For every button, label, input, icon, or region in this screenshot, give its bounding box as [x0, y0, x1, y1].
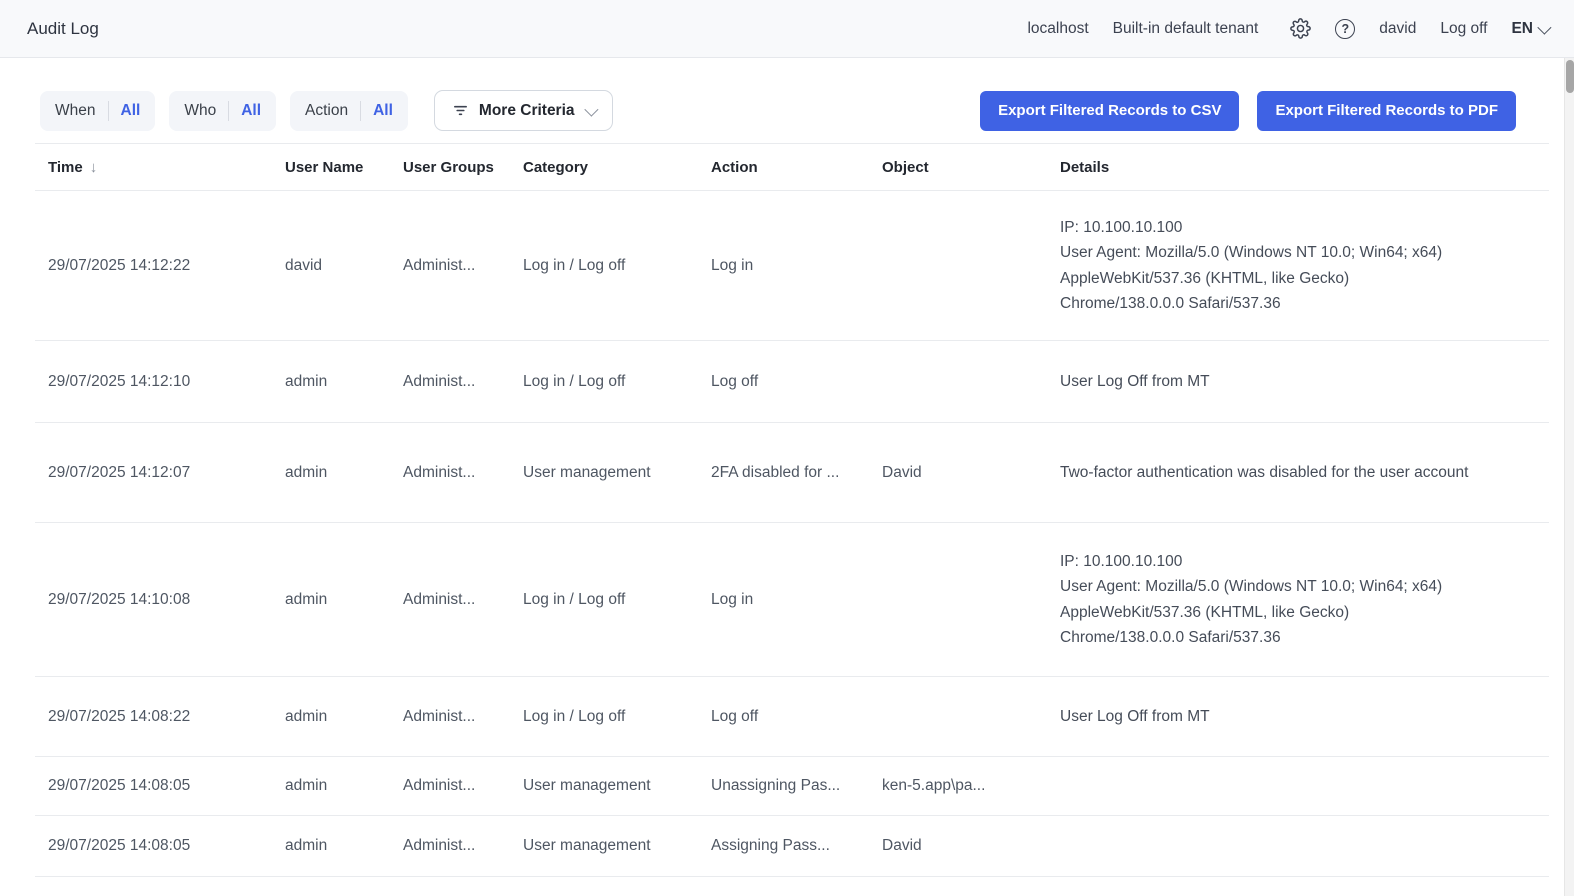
scrollbar-thumb[interactable]	[1566, 60, 1574, 93]
cell-details: IP: 10.100.10.100 User Agent: Mozilla/5.…	[1060, 549, 1549, 649]
more-criteria-button[interactable]: More Criteria	[434, 90, 613, 131]
cell-action: Log in	[711, 591, 882, 609]
cell-user-groups: Administ...	[403, 837, 523, 855]
cell-object: David	[882, 464, 1060, 482]
cell-user-name: admin	[285, 464, 403, 482]
language-selector[interactable]: EN	[1511, 20, 1548, 38]
language-code: EN	[1511, 20, 1533, 38]
chip-divider	[228, 101, 229, 121]
filter-chip-who[interactable]: Who All	[169, 91, 276, 131]
more-criteria-label: More Criteria	[479, 102, 575, 120]
cell-time: 29/07/2025 14:12:22	[48, 257, 285, 275]
filter-toolbar: When All Who All Action All More Criteri…	[0, 90, 1574, 131]
table-row: 29/07/2025 14:08:22adminAdminist...Log i…	[35, 677, 1549, 757]
cell-user-groups: Administ...	[403, 591, 523, 609]
filter-chip-action[interactable]: Action All	[290, 91, 408, 131]
filter-chip-label: Action	[305, 102, 348, 120]
filter-chip-when[interactable]: When All	[40, 91, 155, 131]
chevron-down-icon	[1537, 20, 1551, 34]
cell-user-groups: Administ...	[403, 708, 523, 726]
tenant-name: Built-in default tenant	[1113, 20, 1259, 38]
settings-gear-icon[interactable]	[1290, 18, 1311, 39]
table-header-row: Time ↓ User Name User Groups Category Ac…	[35, 143, 1549, 191]
column-header-action[interactable]: Action	[711, 159, 882, 176]
cell-user-name: admin	[285, 777, 403, 795]
filter-chip-value[interactable]: All	[373, 102, 393, 120]
cell-user-name: david	[285, 257, 403, 275]
top-header-bar: Audit Log localhost Built-in default ten…	[0, 0, 1574, 58]
cell-time: 29/07/2025 14:10:08	[48, 591, 285, 609]
table-body: 29/07/2025 14:12:22davidAdminist...Log i…	[35, 191, 1549, 877]
cell-action: Log off	[711, 373, 882, 391]
cell-action: Log off	[711, 708, 882, 726]
column-header-user-groups[interactable]: User Groups	[403, 159, 523, 176]
chip-divider	[360, 101, 361, 121]
export-csv-button[interactable]: Export Filtered Records to CSV	[980, 91, 1239, 131]
cell-details: User Log Off from MT	[1060, 704, 1549, 729]
help-icon[interactable]: ?	[1335, 19, 1355, 39]
cell-category: Log in / Log off	[523, 373, 711, 391]
table-row: 29/07/2025 14:08:05adminAdminist...User …	[35, 757, 1549, 816]
cell-time: 29/07/2025 14:08:05	[48, 837, 285, 855]
cell-time: 29/07/2025 14:12:10	[48, 373, 285, 391]
cell-action: Log in	[711, 257, 882, 275]
table-row: 29/07/2025 14:12:10adminAdminist...Log i…	[35, 341, 1549, 423]
filter-chips-group: When All Who All Action All More Criteri…	[40, 90, 613, 131]
cell-user-groups: Administ...	[403, 777, 523, 795]
cell-user-groups: Administ...	[403, 464, 523, 482]
cell-category: Log in / Log off	[523, 591, 711, 609]
cell-action: Unassigning Pas...	[711, 777, 882, 795]
cell-time: 29/07/2025 14:08:05	[48, 777, 285, 795]
filter-chip-label: Who	[184, 102, 216, 120]
column-header-object[interactable]: Object	[882, 159, 1060, 176]
column-header-user-name[interactable]: User Name	[285, 159, 403, 176]
filter-chip-value[interactable]: All	[241, 102, 261, 120]
cell-action: Assigning Pass...	[711, 837, 882, 855]
filter-chip-value[interactable]: All	[121, 102, 141, 120]
cell-category: Log in / Log off	[523, 257, 711, 275]
cell-time: 29/07/2025 14:08:22	[48, 708, 285, 726]
table-row: 29/07/2025 14:12:22davidAdminist...Log i…	[35, 191, 1549, 341]
log-off-button[interactable]: Log off	[1440, 20, 1487, 38]
column-header-category[interactable]: Category	[523, 159, 711, 176]
cell-time: 29/07/2025 14:12:07	[48, 464, 285, 482]
audit-log-table: Time ↓ User Name User Groups Category Ac…	[35, 143, 1549, 877]
cell-action: 2FA disabled for ...	[711, 464, 882, 482]
page-title: Audit Log	[27, 19, 99, 39]
question-mark-icon: ?	[1335, 19, 1355, 39]
cell-details: User Log Off from MT	[1060, 369, 1549, 394]
current-user-name[interactable]: david	[1379, 20, 1416, 38]
filter-funnel-icon	[452, 102, 469, 119]
export-pdf-button[interactable]: Export Filtered Records to PDF	[1257, 91, 1516, 131]
topbar-right-group: localhost Built-in default tenant ? davi…	[1027, 18, 1548, 39]
cell-category: User management	[523, 837, 711, 855]
cell-category: Log in / Log off	[523, 708, 711, 726]
column-header-details[interactable]: Details	[1060, 159, 1549, 176]
table-row: 29/07/2025 14:08:05adminAdminist...User …	[35, 816, 1549, 877]
cell-category: User management	[523, 777, 711, 795]
cell-user-name: admin	[285, 591, 403, 609]
cell-user-name: admin	[285, 373, 403, 391]
cell-user-groups: Administ...	[403, 373, 523, 391]
table-row: 29/07/2025 14:12:07adminAdminist...User …	[35, 423, 1549, 523]
cell-user-groups: Administ...	[403, 257, 523, 275]
cell-object: ken-5.app\pa...	[882, 777, 1060, 795]
filter-chip-label: When	[55, 102, 96, 120]
cell-category: User management	[523, 464, 711, 482]
column-header-time[interactable]: Time ↓	[48, 159, 285, 176]
chip-divider	[108, 101, 109, 121]
cell-object: David	[882, 837, 1060, 855]
export-buttons-group: Export Filtered Records to CSV Export Fi…	[980, 91, 1516, 131]
column-header-label: Time	[48, 159, 83, 176]
cell-user-name: admin	[285, 708, 403, 726]
sort-descending-icon: ↓	[90, 159, 98, 176]
cell-user-name: admin	[285, 837, 403, 855]
table-row: 29/07/2025 14:10:08adminAdminist...Log i…	[35, 523, 1549, 677]
cell-details: IP: 10.100.10.100 User Agent: Mozilla/5.…	[1060, 215, 1549, 315]
chevron-down-icon	[584, 102, 598, 116]
cell-details: Two-factor authentication was disabled f…	[1060, 460, 1549, 485]
host-name: localhost	[1027, 20, 1088, 38]
vertical-scrollbar[interactable]	[1564, 58, 1574, 896]
